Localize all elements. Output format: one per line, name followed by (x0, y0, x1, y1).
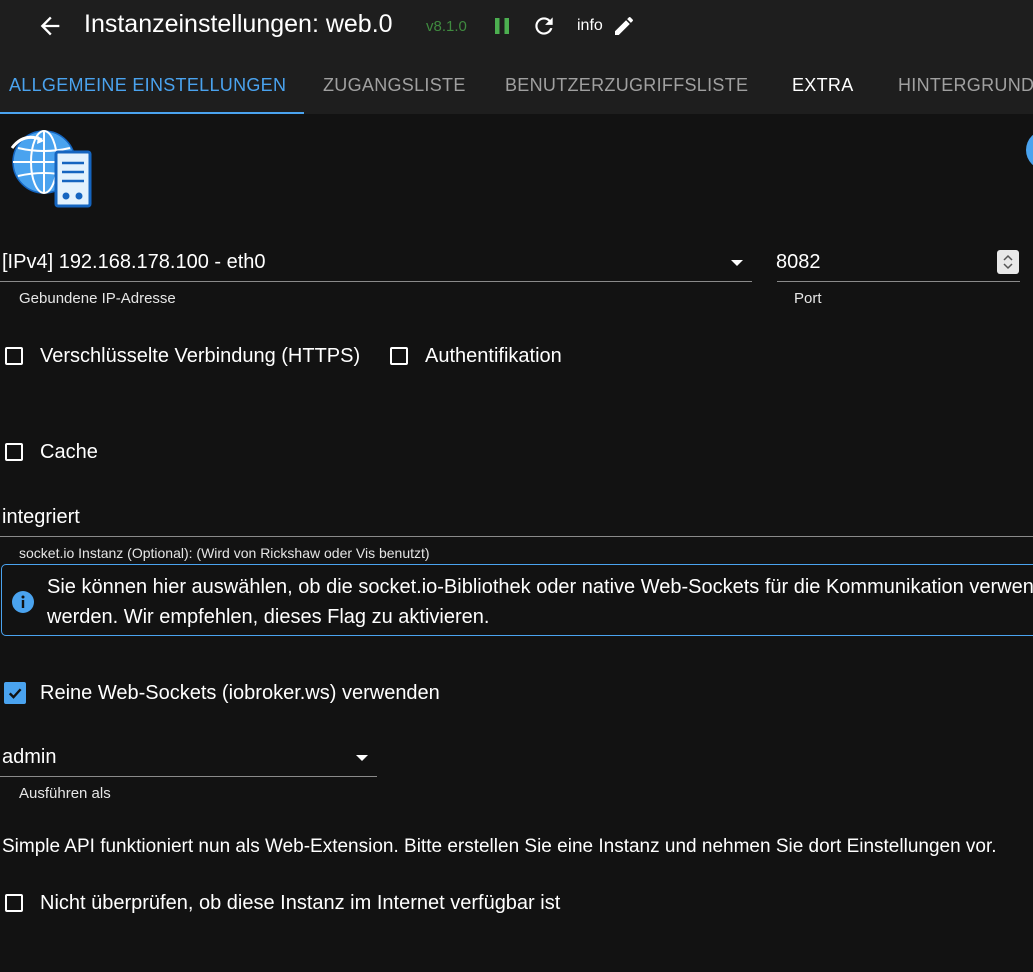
https-checkbox[interactable] (5, 347, 23, 365)
reload-icon[interactable] (531, 13, 557, 39)
ip-select-underline (0, 281, 752, 282)
authentication-label: Authentifikation (425, 345, 562, 367)
pause-icon[interactable] (490, 14, 514, 38)
stepper-arrows-icon (1003, 254, 1013, 270)
info-label: info (577, 17, 603, 34)
active-tab-indicator (0, 112, 304, 114)
pencil-icon[interactable] (612, 14, 636, 38)
tab-bar: ALLGEMEINE EINSTELLUNGEN ZUGANGSLISTE BE… (0, 52, 1033, 114)
ip-address-select[interactable]: [IPv4] 192.168.178.100 - eth0 (2, 251, 266, 274)
socketio-instance-input[interactable]: integriert (2, 506, 80, 529)
socketio-underline (0, 536, 1033, 537)
port-label: Port (794, 290, 822, 307)
ip-address-label: Gebundene IP-Adresse (19, 290, 176, 307)
pure-websockets-checkbox[interactable] (4, 682, 26, 704)
no-internet-check-label: Nicht überprüfen, ob diese Instanz im In… (40, 892, 561, 914)
web-adapter-logo-icon (10, 130, 92, 208)
chevron-down-icon[interactable] (356, 755, 368, 761)
cache-checkbox[interactable] (5, 443, 23, 461)
https-label: Verschlüsselte Verbindung (HTTPS) (40, 345, 361, 367)
port-input[interactable]: 8082 (776, 251, 821, 274)
authentication-checkbox[interactable] (390, 347, 408, 365)
info-alert-line-1: Sie können hier auswählen, ob die socket… (47, 576, 1033, 598)
tab-user-access-list[interactable]: BENUTZERZUGRIFFSLISTE (505, 75, 748, 96)
tab-general-settings[interactable]: ALLGEMEINE EINSTELLUNGEN (9, 75, 286, 96)
tab-access-list[interactable]: ZUGANGSLISTE (323, 75, 466, 96)
floating-action-button[interactable] (1026, 130, 1033, 170)
pure-websockets-label: Reine Web-Sockets (iobroker.ws) verwende… (40, 682, 440, 704)
checkmark-icon (8, 688, 22, 699)
info-icon (12, 591, 34, 613)
tab-background[interactable]: HINTERGRUND (898, 75, 1033, 96)
port-underline (777, 281, 1020, 282)
chevron-down-icon[interactable] (731, 260, 743, 266)
run-as-label: Ausführen als (19, 785, 111, 802)
run-as-select[interactable]: admin (2, 746, 56, 769)
cache-label: Cache (40, 441, 98, 463)
socketio-instance-label: socket.io Instanz (Optional): (Wird von … (19, 545, 430, 561)
info-alert-line-2: werden. Wir empfehlen, dieses Flag zu ak… (47, 606, 490, 628)
simple-api-note: Simple API funktioniert nun als Web-Exte… (2, 836, 997, 857)
no-internet-check-checkbox[interactable] (5, 894, 23, 912)
arrow-left-icon[interactable] (36, 12, 64, 40)
port-stepper[interactable] (997, 250, 1019, 274)
tab-extra[interactable]: EXTRA (792, 75, 854, 96)
run-as-underline (0, 776, 377, 777)
version-badge: v8.1.0 (426, 18, 467, 35)
page-title: Instanzeinstellungen: web.0 (84, 10, 393, 38)
